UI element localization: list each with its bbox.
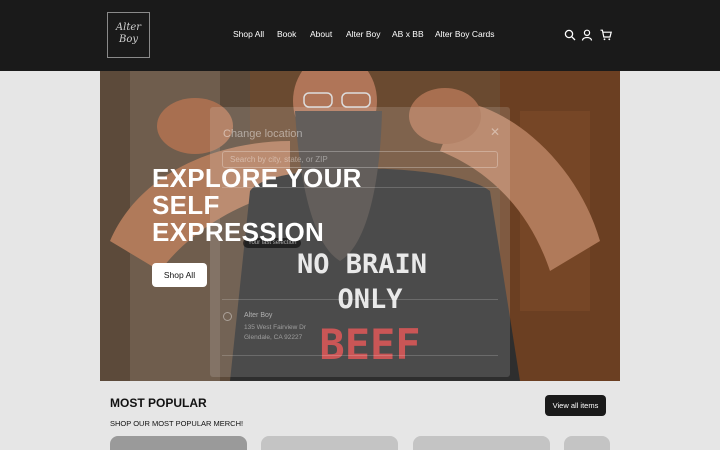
nav-item-book[interactable]: Book [277, 29, 296, 39]
product-card[interactable] [564, 436, 610, 450]
store-name: Alter Boy [244, 312, 273, 319]
close-icon[interactable]: ✕ [490, 125, 500, 139]
view-all-items-button[interactable]: View all items [545, 395, 606, 416]
store-address-line1: 135 West Fairview Dr [244, 324, 307, 331]
hero-title-line3: EXPRESSION [152, 217, 325, 247]
nav-item-shop-all[interactable]: Shop All [233, 29, 264, 39]
nav-item-alter-boy-cards[interactable]: Alter Boy Cards [435, 29, 495, 39]
section-title: MOST POPULAR [110, 396, 207, 410]
hero-title-line1: EXPLORE YOUR [152, 163, 362, 193]
product-card[interactable] [413, 436, 550, 450]
nav-item-about[interactable]: About [310, 29, 332, 39]
section-subtitle: SHOP OUR MOST POPULAR MERCH! [110, 419, 244, 428]
hero-title-line2: SELF [152, 190, 220, 220]
store-address-line2: Glendale, CA 92227 [244, 334, 303, 341]
shop-all-button[interactable]: Shop All [152, 263, 207, 287]
divider [222, 355, 498, 356]
cart-icon[interactable] [600, 29, 612, 41]
site-header: Alter Boy Shop All Book About Alter Boy … [0, 0, 720, 71]
search-icon[interactable] [564, 29, 576, 41]
product-card[interactable] [261, 436, 398, 450]
account-icon[interactable] [581, 29, 593, 41]
main-nav: Shop All Book About Alter Boy AB x BB Al… [0, 29, 720, 43]
hero-title: EXPLORE YOUR SELF EXPRESSION [152, 165, 392, 246]
nav-item-alter-boy[interactable]: Alter Boy [346, 29, 381, 39]
product-card[interactable] [110, 436, 247, 450]
store-radio[interactable] [223, 312, 232, 321]
modal-title: Change location [223, 128, 303, 140]
divider [222, 299, 498, 300]
nav-item-ab-x-bb[interactable]: AB x BB [392, 29, 424, 39]
hero-banner: NO BRAIN ONLY BEEF Change location ✕ You… [100, 71, 620, 381]
store-address: 135 West Fairview Dr Glendale, CA 92227 [244, 323, 306, 343]
